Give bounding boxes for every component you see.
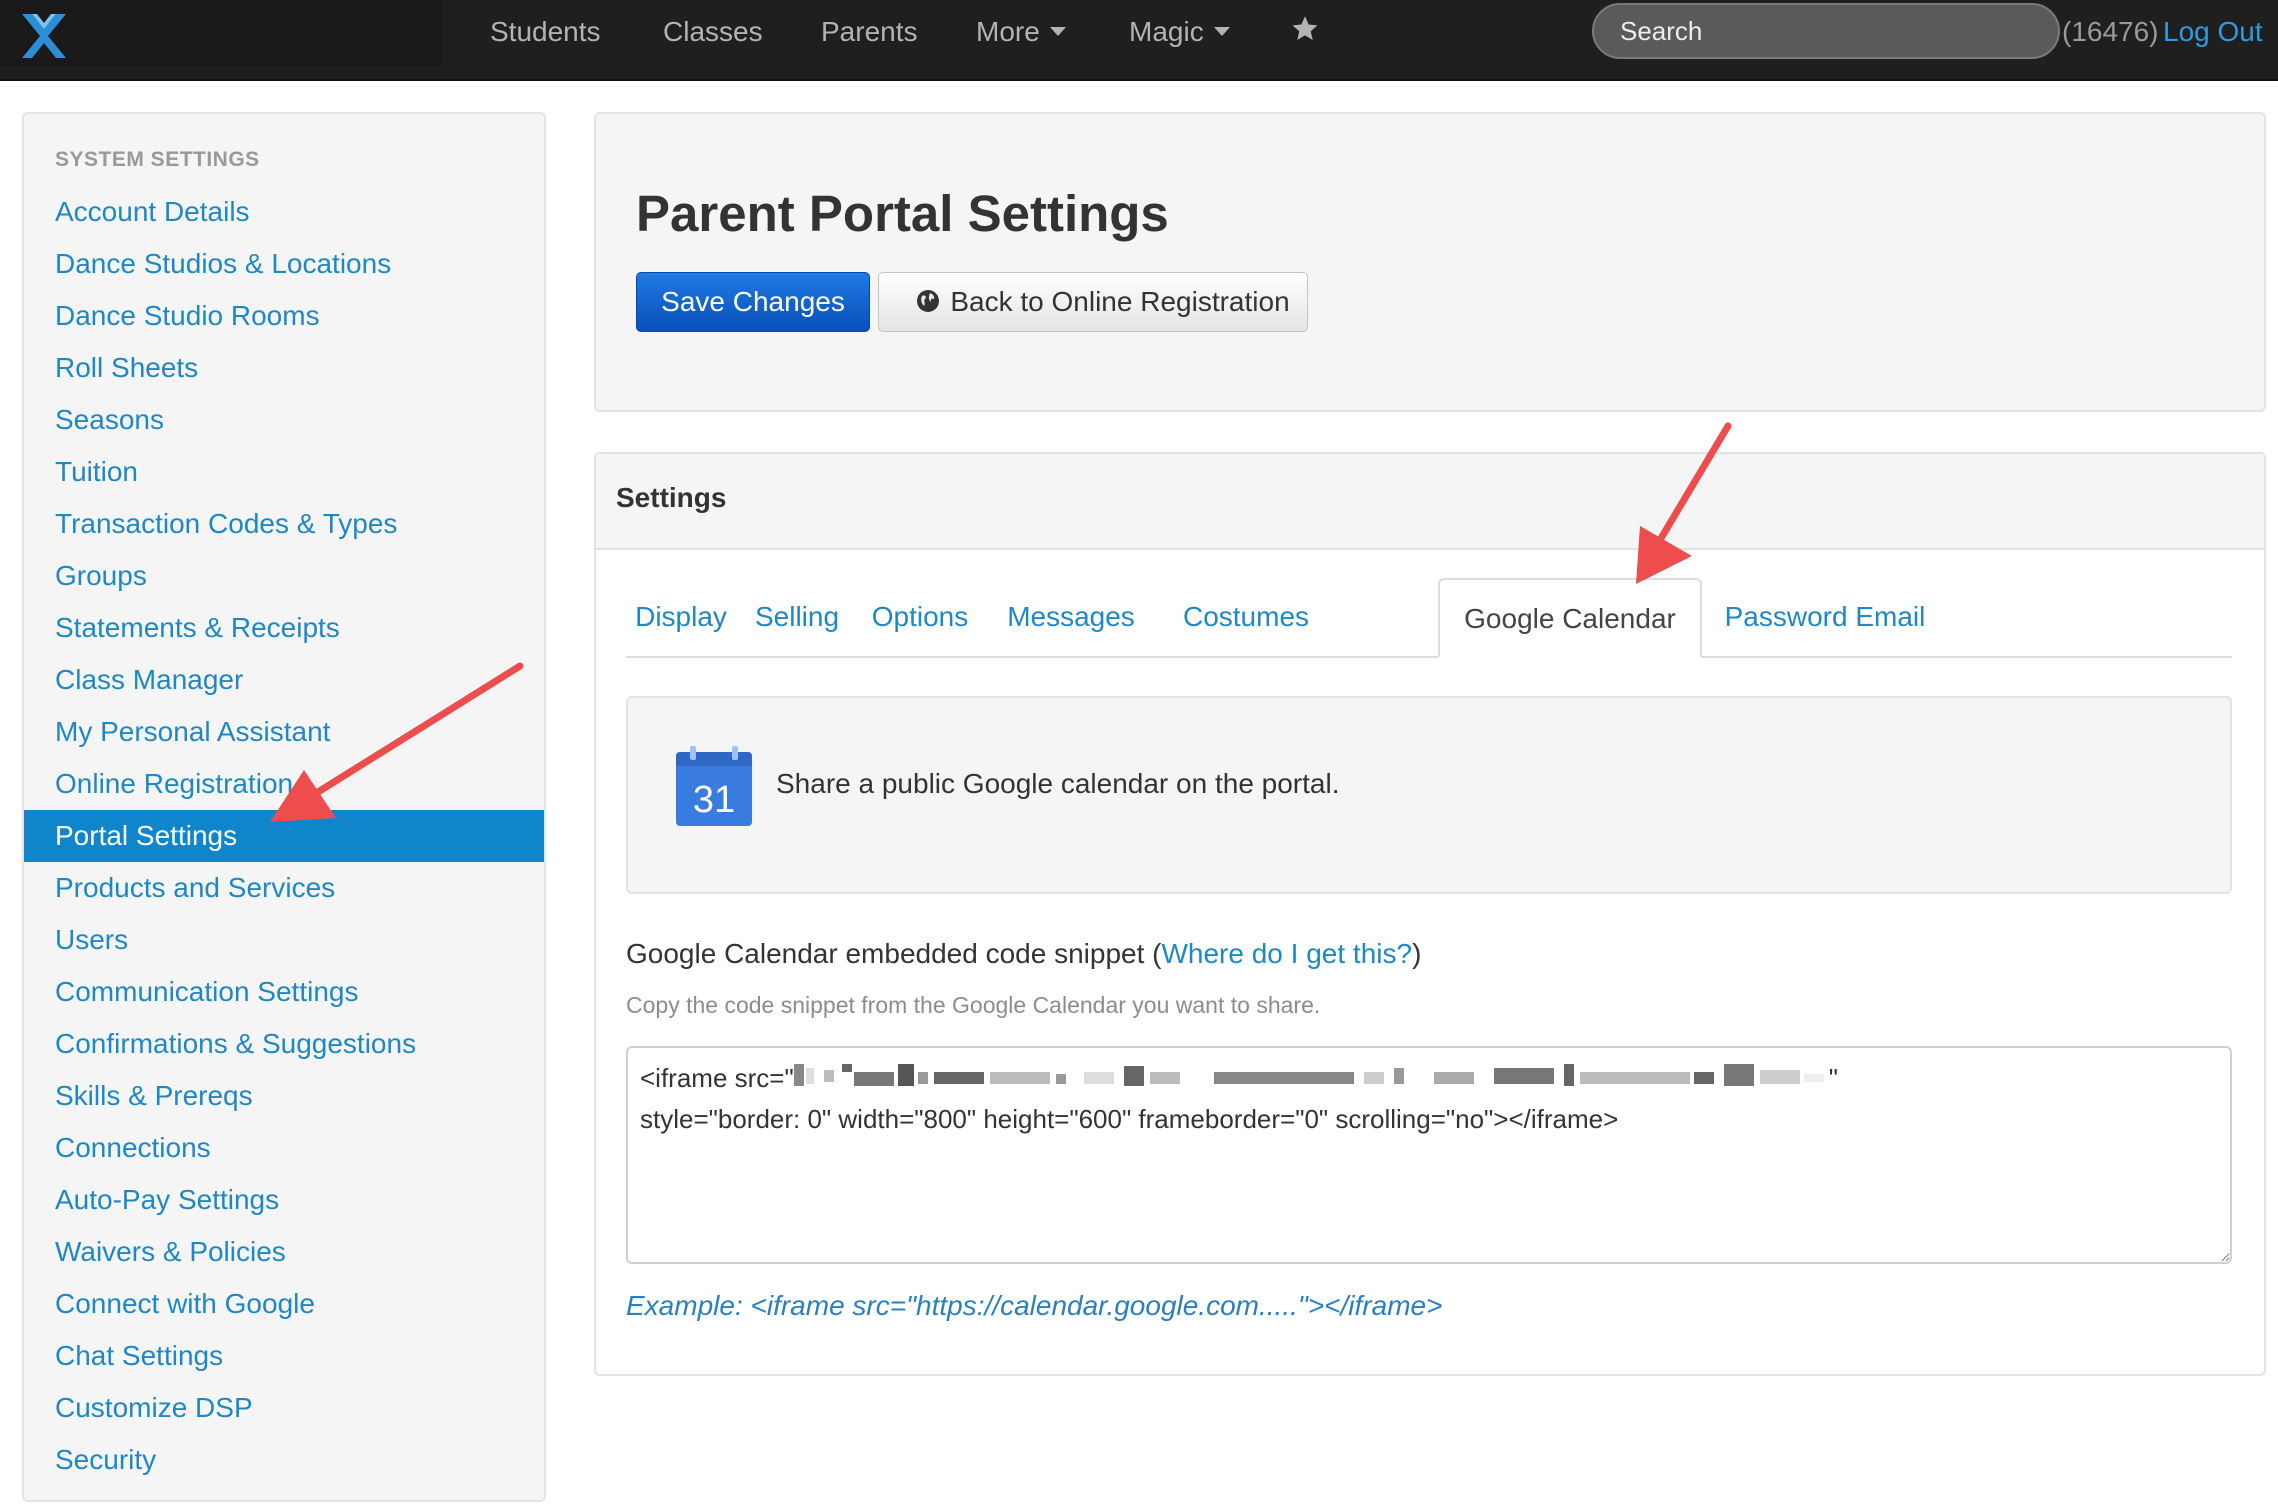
sidebar-header: SYSTEM SETTINGS	[55, 148, 260, 171]
sidebar-item-dance-studio-rooms[interactable]: Dance Studio Rooms	[24, 290, 544, 342]
top-navbar: Students Classes Parents More Magic (164…	[0, 0, 2278, 81]
sidebar-nav: Account Details Dance Studios & Location…	[24, 186, 544, 1486]
nav-more-dropdown[interactable]: More	[976, 14, 1066, 50]
snippet-help-text: Copy the code snippet from the Google Ca…	[626, 992, 1321, 1018]
embed-code-textarea[interactable]: <iframe src=" " style="border: 0" width=…	[626, 1046, 2232, 1264]
sidebar-item-seasons[interactable]: Seasons	[24, 394, 544, 446]
sidebar-item-online-registration[interactable]: Online Registration	[24, 758, 544, 810]
sidebar-item-chat-settings[interactable]: Chat Settings	[24, 1330, 544, 1382]
sidebar-item-account-details[interactable]: Account Details	[24, 186, 544, 238]
sidebar-item-tuition[interactable]: Tuition	[24, 446, 544, 498]
google-calendar-info: 31 Share a public Google calendar on the…	[626, 696, 2232, 894]
tab-password-email[interactable]: Password Email	[1710, 578, 1940, 656]
sidebar-item-dance-studios-locations[interactable]: Dance Studios & Locations	[24, 238, 544, 290]
code-line1-end: "	[1828, 1063, 1838, 1093]
code-line1-start: <iframe src="	[640, 1063, 794, 1093]
sidebar-item-transaction-codes[interactable]: Transaction Codes & Types	[24, 498, 544, 550]
page-title: Parent Portal Settings	[636, 185, 1169, 242]
nav-more-label: More	[976, 16, 1040, 47]
settings-panel: Settings Display Selling Options Message…	[594, 452, 2266, 1376]
brand-area[interactable]	[0, 0, 442, 66]
code-line-1: <iframe src=" "	[640, 1058, 2218, 1099]
snippet-label-suffix: )	[1412, 938, 1422, 969]
chevron-down-icon	[1049, 27, 1066, 37]
where-do-i-get-this-link[interactable]: Where do I get this?	[1161, 938, 1412, 969]
back-button-label: Back to Online Registration	[950, 286, 1290, 317]
snippet-example-text: Example: <iframe src="https://calendar.g…	[626, 1290, 1443, 1321]
tab-options[interactable]: Options	[858, 578, 982, 656]
sidebar-item-auto-pay-settings[interactable]: Auto-Pay Settings	[24, 1174, 544, 1226]
tab-costumes[interactable]: Costumes	[1160, 578, 1332, 656]
calendar-day-number: 31	[693, 779, 735, 821]
nav-magic-dropdown[interactable]: Magic	[1129, 14, 1230, 50]
tab-messages[interactable]: Messages	[990, 578, 1152, 656]
sidebar-item-security[interactable]: Security	[24, 1434, 544, 1486]
sidebar-item-customize-dsp[interactable]: Customize DSP	[24, 1382, 544, 1434]
nav-parents[interactable]: Parents	[821, 14, 918, 50]
settings-tabs: Display Selling Options Messages Costume…	[626, 578, 2232, 658]
sidebar-item-products-services[interactable]: Products and Services	[24, 862, 544, 914]
tab-display[interactable]: Display	[626, 578, 736, 656]
sidebar-item-connections[interactable]: Connections	[24, 1122, 544, 1174]
sidebar-item-groups[interactable]: Groups	[24, 550, 544, 602]
sidebar-item-confirmations-suggestions[interactable]: Confirmations & Suggestions	[24, 1018, 544, 1070]
nav-students[interactable]: Students	[490, 14, 601, 50]
redacted-url	[793, 1064, 1824, 1087]
code-line-2: style="border: 0" width="800" height="60…	[640, 1104, 1619, 1134]
sidebar-item-users[interactable]: Users	[24, 914, 544, 966]
search-input[interactable]	[1592, 3, 2060, 59]
sidebar-item-portal-settings[interactable]: Portal Settings	[24, 810, 544, 862]
sidebar-item-communication-settings[interactable]: Communication Settings	[24, 966, 544, 1018]
sidebar-item-roll-sheets[interactable]: Roll Sheets	[24, 342, 544, 394]
page-header-card: Parent Portal Settings Save Changes Back…	[594, 112, 2266, 412]
star-icon[interactable]	[1290, 14, 1320, 44]
globe-icon	[917, 289, 940, 312]
settings-title: Settings	[616, 482, 727, 513]
sidebar-item-connect-google[interactable]: Connect with Google	[24, 1278, 544, 1330]
snippet-field-label: Google Calendar embedded code snippet (W…	[626, 938, 1421, 970]
sidebar-item-personal-assistant[interactable]: My Personal Assistant	[24, 706, 544, 758]
sidebar-item-statements-receipts[interactable]: Statements & Receipts	[24, 602, 544, 654]
user-id-count: (16476)	[2062, 16, 2159, 47]
snippet-label-prefix: Google Calendar embedded code snippet (	[626, 938, 1162, 969]
google-calendar-description: Share a public Google calendar on the po…	[776, 768, 1340, 799]
chevron-down-icon	[1213, 27, 1230, 37]
nav-classes[interactable]: Classes	[663, 14, 763, 50]
tab-selling[interactable]: Selling	[744, 578, 850, 656]
settings-sidebar: SYSTEM SETTINGS Account Details Dance St…	[22, 112, 546, 1502]
back-to-online-registration-button[interactable]: Back to Online Registration	[878, 272, 1308, 332]
google-calendar-icon: 31	[676, 746, 752, 826]
logout-link[interactable]: Log Out	[2163, 14, 2263, 50]
sidebar-item-class-manager[interactable]: Class Manager	[24, 654, 544, 706]
sidebar-item-skills-prereqs[interactable]: Skills & Prereqs	[24, 1070, 544, 1122]
save-changes-button[interactable]: Save Changes	[636, 272, 870, 332]
sidebar-item-waivers-policies[interactable]: Waivers & Policies	[24, 1226, 544, 1278]
settings-panel-header: Settings	[596, 454, 2264, 550]
tab-google-calendar[interactable]: Google Calendar	[1438, 578, 1702, 658]
app-logo-icon[interactable]	[18, 10, 70, 62]
nav-magic-label: Magic	[1129, 16, 1204, 47]
